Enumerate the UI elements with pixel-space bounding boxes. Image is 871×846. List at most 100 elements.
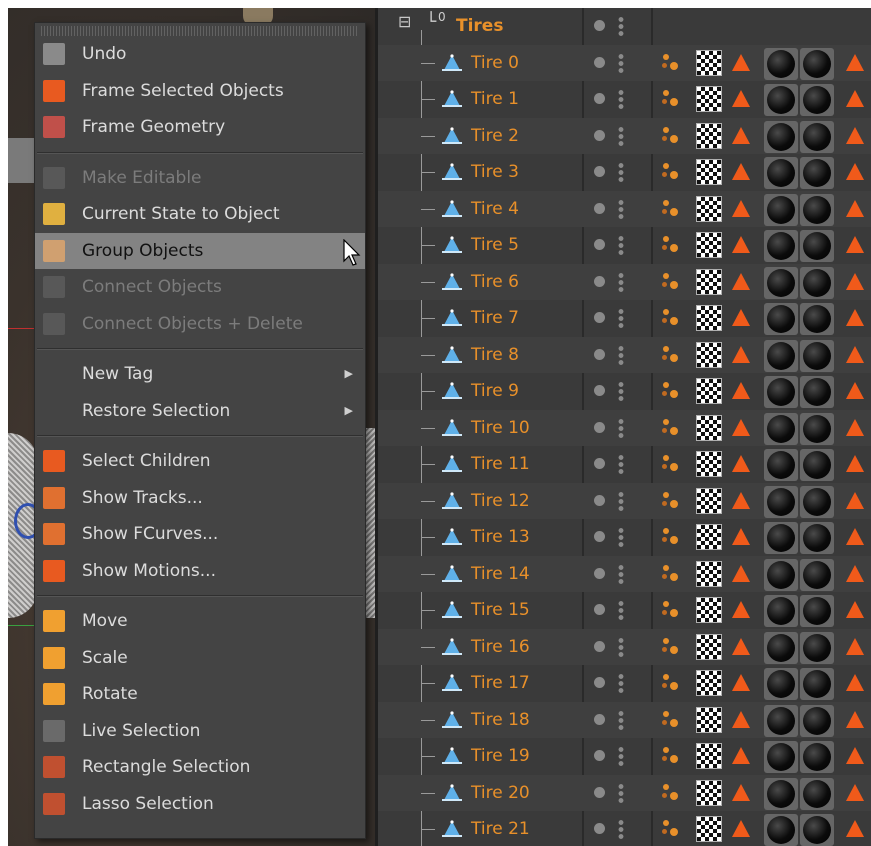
material-tag-icon[interactable] bbox=[800, 668, 834, 700]
tag-triangle-icon[interactable] bbox=[846, 196, 871, 222]
render-visibility-dots-icon[interactable] bbox=[618, 600, 624, 620]
render-visibility-dots-icon[interactable] bbox=[618, 235, 624, 255]
menu-tearoff-grip[interactable] bbox=[41, 26, 359, 36]
object-row[interactable]: Tire 18 bbox=[378, 701, 871, 738]
tag-constraint-icon[interactable] bbox=[660, 743, 686, 769]
texture-tag-icon[interactable] bbox=[696, 670, 722, 696]
phong-tag-icon[interactable] bbox=[728, 670, 754, 696]
tag-constraint-icon[interactable] bbox=[660, 780, 686, 806]
visibility-dot-icon[interactable] bbox=[594, 494, 605, 506]
tag-constraint-icon[interactable] bbox=[660, 196, 686, 222]
object-name[interactable]: Tire 0 bbox=[471, 45, 519, 82]
material-tag-icon[interactable] bbox=[800, 704, 834, 737]
material-tag-icon[interactable] bbox=[800, 522, 834, 554]
object-row[interactable]: Tire 0 bbox=[378, 44, 871, 82]
visibility-dot-icon[interactable] bbox=[594, 348, 605, 360]
material-tag-icon[interactable] bbox=[800, 777, 834, 810]
object-row[interactable]: Tire 9 bbox=[378, 373, 871, 410]
texture-tag-icon[interactable] bbox=[696, 524, 722, 550]
3d-viewport[interactable]: Undo Frame Selected Objects Frame Geometry… bbox=[8, 8, 375, 846]
visibility-dot-icon[interactable] bbox=[594, 750, 605, 761]
object-name[interactable]: Tire 15 bbox=[471, 592, 530, 629]
tag-triangle-icon[interactable] bbox=[846, 123, 871, 149]
material-tag-icon[interactable] bbox=[764, 230, 798, 262]
menu-item-scale[interactable]: Scale bbox=[35, 640, 365, 677]
tag-constraint-icon[interactable] bbox=[660, 561, 686, 587]
visibility-dot-icon[interactable] bbox=[594, 786, 605, 798]
texture-tag-icon[interactable] bbox=[696, 159, 722, 185]
material-tag-icon[interactable] bbox=[764, 157, 798, 189]
visibility-dot-icon[interactable] bbox=[594, 458, 605, 469]
menu-item-undo[interactable]: Undo bbox=[35, 36, 365, 73]
material-tag-icon[interactable] bbox=[764, 120, 798, 153]
render-visibility-dots-icon[interactable] bbox=[618, 16, 624, 36]
render-visibility-dots-icon[interactable] bbox=[618, 709, 624, 730]
object-name[interactable]: Tire 3 bbox=[471, 154, 519, 191]
tag-triangle-icon[interactable] bbox=[846, 816, 871, 842]
object-row[interactable]: Tire 5 bbox=[378, 227, 871, 264]
render-visibility-dots-icon[interactable] bbox=[618, 52, 624, 73]
tag-constraint-icon[interactable] bbox=[660, 305, 686, 331]
tag-triangle-icon[interactable] bbox=[846, 86, 871, 112]
material-tag-icon[interactable] bbox=[764, 412, 798, 445]
object-name[interactable]: Tire 6 bbox=[471, 264, 519, 301]
material-tag-icon[interactable] bbox=[800, 303, 834, 335]
material-tag-icon[interactable] bbox=[800, 84, 834, 116]
material-tag-icon[interactable] bbox=[764, 522, 798, 554]
tag-triangle-icon[interactable] bbox=[846, 159, 871, 185]
render-visibility-dots-icon[interactable] bbox=[618, 162, 624, 182]
object-row-parent[interactable]: ⊟ └ 0 Tires bbox=[378, 8, 871, 45]
tag-triangle-icon[interactable] bbox=[846, 305, 871, 331]
material-tag-icon[interactable] bbox=[800, 157, 834, 189]
texture-tag-icon[interactable] bbox=[696, 378, 722, 404]
tag-constraint-icon[interactable] bbox=[660, 86, 686, 112]
object-name[interactable]: Tire 10 bbox=[471, 410, 530, 447]
material-tag-icon[interactable] bbox=[764, 485, 798, 518]
texture-tag-icon[interactable] bbox=[696, 86, 722, 112]
visibility-dot-icon[interactable] bbox=[594, 20, 605, 31]
visibility-dot-icon[interactable] bbox=[594, 275, 605, 287]
render-visibility-dots-icon[interactable] bbox=[618, 454, 624, 474]
visibility-dot-icon[interactable] bbox=[594, 713, 605, 725]
tag-triangle-icon[interactable] bbox=[846, 634, 871, 660]
tag-constraint-icon[interactable] bbox=[660, 159, 686, 185]
tag-constraint-icon[interactable] bbox=[660, 123, 686, 149]
object-row[interactable]: Tire 20 bbox=[378, 774, 871, 812]
texture-tag-icon[interactable] bbox=[696, 232, 722, 258]
render-visibility-dots-icon[interactable] bbox=[618, 673, 624, 693]
tag-triangle-icon[interactable] bbox=[846, 561, 871, 587]
visibility-dot-icon[interactable] bbox=[594, 604, 605, 615]
tag-triangle-icon[interactable] bbox=[846, 269, 871, 295]
menu-item-frame-geometry[interactable]: Frame Geometry bbox=[35, 109, 365, 146]
object-row[interactable]: Tire 16 bbox=[378, 628, 871, 665]
object-row[interactable]: Tire 2 bbox=[378, 117, 871, 154]
object-row[interactable]: Tire 13 bbox=[378, 519, 871, 556]
tag-triangle-icon[interactable] bbox=[846, 597, 871, 623]
texture-tag-icon[interactable] bbox=[696, 122, 722, 149]
object-row[interactable]: Tire 7 bbox=[378, 300, 871, 337]
object-name[interactable]: Tire 4 bbox=[471, 191, 519, 228]
material-tag-icon[interactable] bbox=[764, 668, 798, 700]
phong-tag-icon[interactable] bbox=[728, 597, 754, 623]
object-row[interactable]: Tire 17 bbox=[378, 665, 871, 702]
material-tag-icon[interactable] bbox=[800, 376, 834, 408]
object-row[interactable]: Tire 11 bbox=[378, 446, 871, 483]
material-tag-icon[interactable] bbox=[764, 704, 798, 737]
menu-item-select-children[interactable]: Select Children bbox=[35, 443, 365, 480]
material-tag-icon[interactable] bbox=[764, 339, 798, 372]
texture-tag-icon[interactable] bbox=[696, 487, 722, 514]
menu-item-group-objects[interactable]: Group Objects bbox=[35, 232, 365, 269]
visibility-dot-icon[interactable] bbox=[594, 531, 605, 542]
tag-triangle-icon[interactable] bbox=[846, 232, 871, 258]
texture-tag-icon[interactable] bbox=[696, 560, 722, 587]
tag-triangle-icon[interactable] bbox=[846, 342, 871, 368]
material-tag-icon[interactable] bbox=[800, 120, 834, 153]
material-tag-icon[interactable] bbox=[764, 741, 798, 773]
object-name[interactable]: Tire 20 bbox=[471, 775, 530, 812]
object-name[interactable]: Tire 11 bbox=[471, 446, 530, 483]
material-tag-icon[interactable] bbox=[800, 47, 834, 80]
render-visibility-dots-icon[interactable] bbox=[618, 782, 624, 803]
object-name[interactable]: Tire 8 bbox=[471, 337, 519, 374]
material-tag-icon[interactable] bbox=[800, 631, 834, 664]
phong-tag-icon[interactable] bbox=[728, 415, 754, 441]
